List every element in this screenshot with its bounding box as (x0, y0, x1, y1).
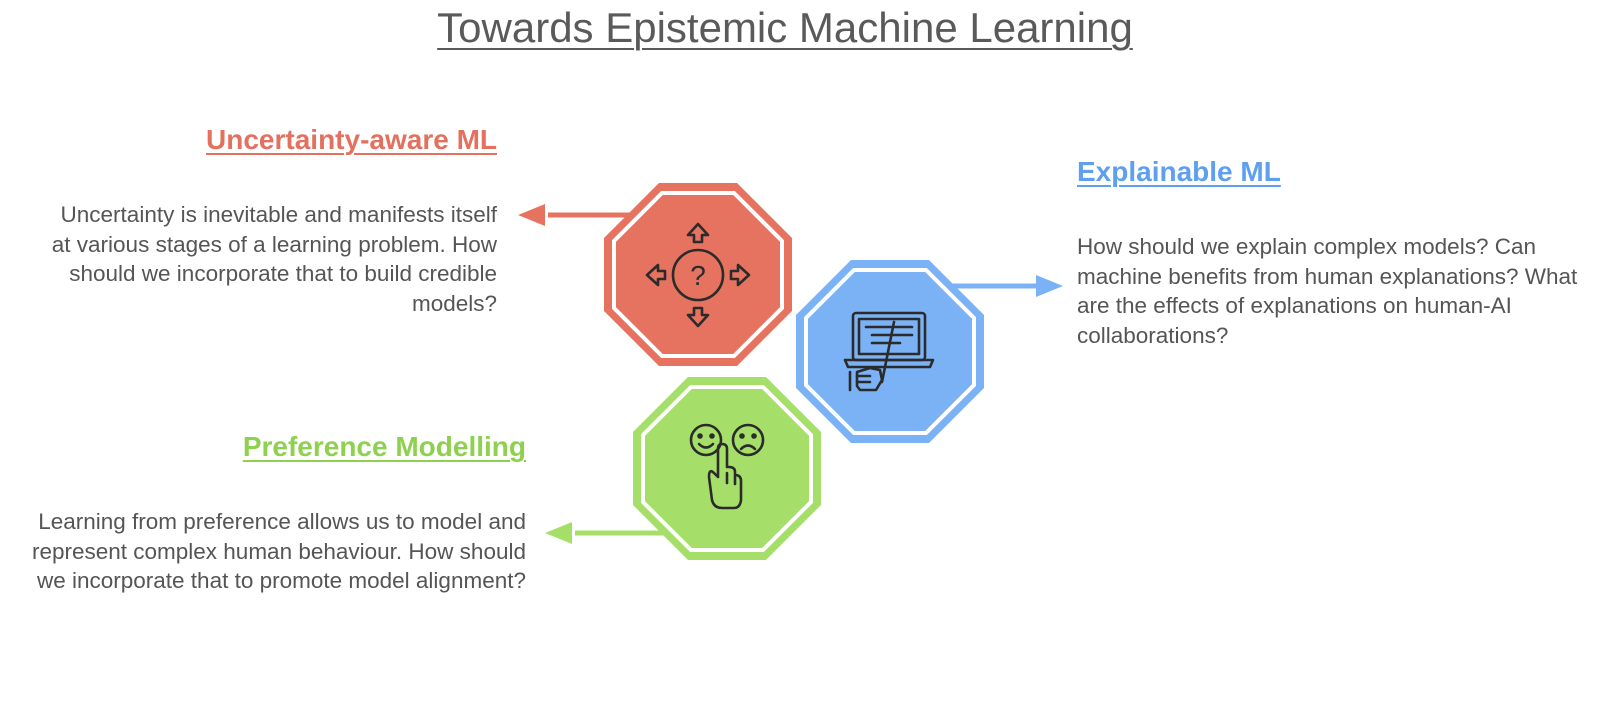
preference-connector-arrow (545, 522, 668, 544)
preference-octagon[interactable] (633, 377, 821, 560)
svg-text:?: ? (690, 260, 706, 291)
diagram-canvas: ? (518, 183, 1063, 560)
explainable-octagon[interactable] (796, 260, 984, 443)
